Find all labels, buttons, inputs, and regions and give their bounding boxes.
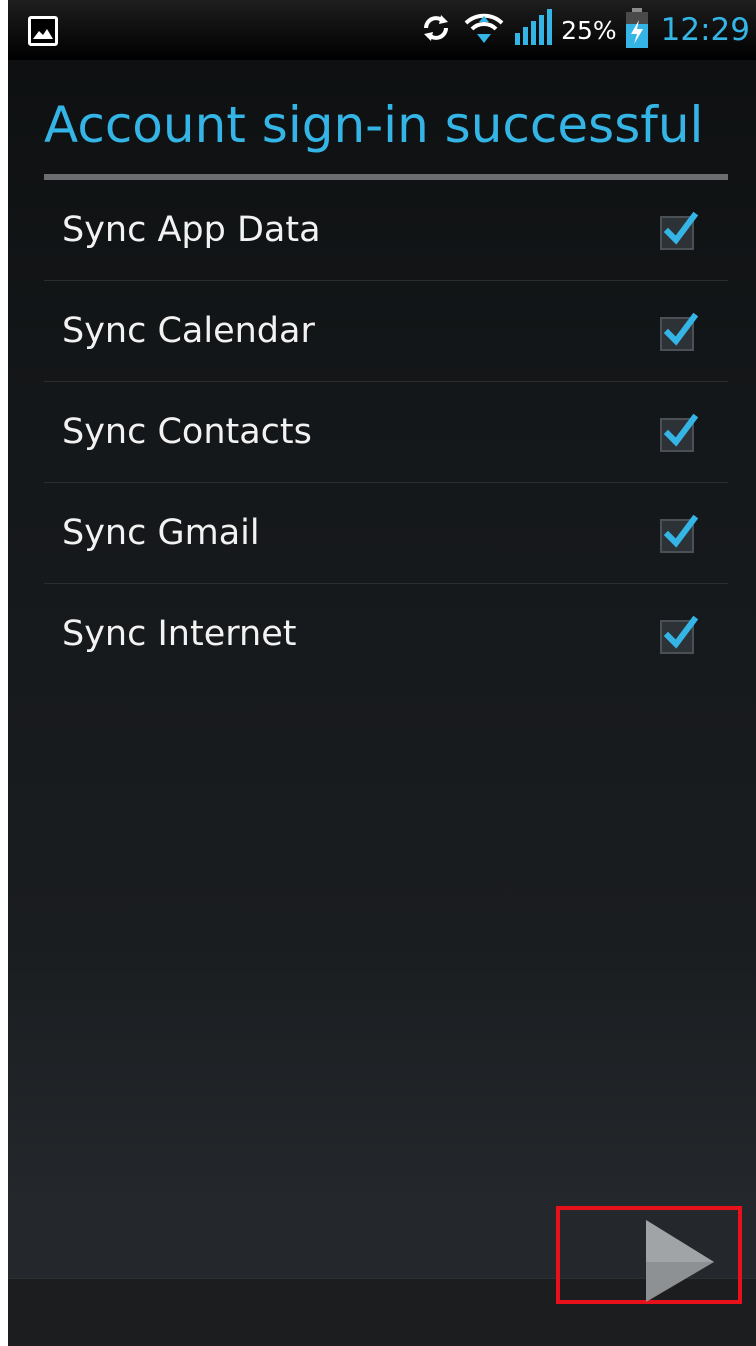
sync-app-data-checkbox[interactable] xyxy=(660,211,699,250)
sync-option-internet[interactable]: Sync Internet xyxy=(44,584,728,685)
sync-option-label: Sync Gmail xyxy=(62,513,260,553)
sync-contacts-checkbox[interactable] xyxy=(660,413,699,452)
phone-screen: 25% 12:29 Account sign-in successful Syn… xyxy=(8,0,756,1346)
sync-gmail-checkbox[interactable] xyxy=(660,514,699,553)
sync-option-gmail[interactable]: Sync Gmail xyxy=(44,483,728,584)
page-title: Account sign-in successful xyxy=(44,96,704,154)
wifi-icon xyxy=(463,9,505,51)
battery-charging-icon xyxy=(625,8,649,52)
next-button[interactable] xyxy=(556,1206,742,1304)
signal-icon xyxy=(513,9,553,51)
next-arrow-icon xyxy=(646,1220,714,1302)
sync-option-label: Sync Calendar xyxy=(62,311,315,351)
sync-calendar-checkbox[interactable] xyxy=(660,312,699,351)
sync-internet-checkbox[interactable] xyxy=(660,615,699,654)
battery-percent: 25% xyxy=(561,15,617,45)
checkmark-icon xyxy=(663,615,699,649)
checkmark-icon xyxy=(663,312,699,346)
sync-option-label: Sync Contacts xyxy=(62,412,312,452)
status-clock: 12:29 xyxy=(660,12,750,48)
status-bar: 25% 12:29 xyxy=(8,0,756,60)
sync-option-label: Sync App Data xyxy=(62,210,321,250)
gallery-icon xyxy=(28,16,58,46)
sync-options-list: Sync App Data Sync Calendar Sync Contact… xyxy=(44,180,728,685)
sync-option-contacts[interactable]: Sync Contacts xyxy=(44,382,728,483)
checkmark-icon xyxy=(663,211,699,245)
sync-icon xyxy=(417,9,455,51)
sync-option-label: Sync Internet xyxy=(62,614,297,654)
checkmark-icon xyxy=(663,514,699,548)
checkmark-icon xyxy=(663,413,699,447)
sync-option-calendar[interactable]: Sync Calendar xyxy=(44,281,728,382)
sync-option-app-data[interactable]: Sync App Data xyxy=(44,180,728,281)
